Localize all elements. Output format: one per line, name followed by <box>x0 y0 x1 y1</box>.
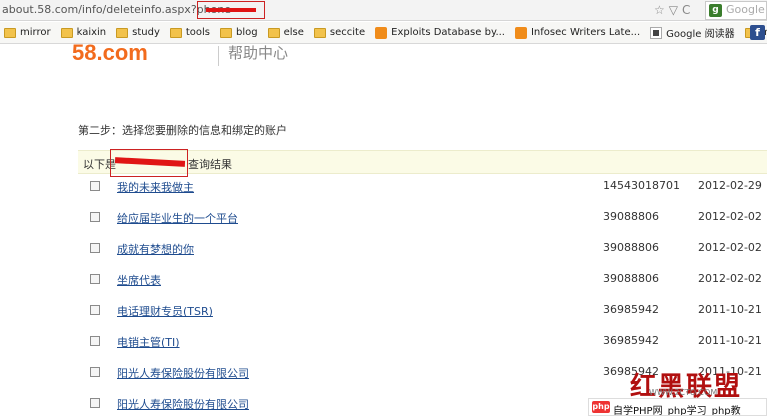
bookmark-item[interactable]: tools <box>169 27 211 38</box>
table-row: 给应届毕业生的一个平台 39088806 2012-02-02 <box>0 203 767 234</box>
bookmark-item[interactable]: kaixin <box>60 27 107 38</box>
bookmark-item[interactable]: study <box>116 27 160 38</box>
row-checkbox[interactable] <box>90 305 100 315</box>
address-bar[interactable]: about.58.com/info/deleteinfo.aspx?phone=… <box>0 0 767 21</box>
facebook-icon[interactable]: f <box>750 25 765 40</box>
nav-icons: ☆ ▽ C <box>654 2 700 18</box>
row-title-link[interactable]: 给应届毕业生的一个平台 <box>117 210 238 226</box>
rss-icon <box>375 26 388 39</box>
bookmark-item[interactable]: blog <box>220 27 258 38</box>
bookmark-label: Google 阅读器 <box>666 29 735 40</box>
folder-icon <box>169 27 182 38</box>
row-checkbox[interactable] <box>90 212 100 222</box>
bookmark-item[interactable]: seccite <box>313 27 366 38</box>
rss-icon <box>514 26 527 39</box>
url-redaction-box <box>197 1 265 19</box>
row-date: 2012-02-02 <box>698 272 762 285</box>
row-title-link[interactable]: 坐席代表 <box>117 272 161 288</box>
search-input[interactable]: g Google <box>705 1 767 20</box>
bookmark-label: mirror <box>20 27 51 38</box>
row-account: 39088806 <box>603 210 659 223</box>
row-date: 2012-02-02 <box>698 210 762 223</box>
row-checkbox[interactable] <box>90 398 100 408</box>
bookmark-label: blog <box>236 27 258 38</box>
row-title-link[interactable]: 电销主管(TI) <box>117 334 180 350</box>
table-row: 电话理财专员(TSR) 36985942 2011-10-21 <box>0 296 767 327</box>
folder-icon <box>220 27 233 38</box>
folder-icon <box>313 27 326 38</box>
google-icon: g <box>709 4 722 17</box>
header-divider <box>218 46 219 66</box>
watermark-url: WWW.2CTO.COM <box>649 388 718 397</box>
row-title-link[interactable]: 阳光人寿保险股份有限公司 <box>117 365 249 381</box>
row-checkbox[interactable] <box>90 336 100 346</box>
extension-icon <box>650 26 663 39</box>
table-row: 成就有梦想的你 39088806 2012-02-02 <box>0 234 767 265</box>
row-checkbox[interactable] <box>90 243 100 253</box>
row-date: 2012-02-02 <box>698 241 762 254</box>
folder-icon <box>267 27 280 38</box>
row-title-link[interactable]: 电话理财专员(TSR) <box>117 303 213 319</box>
folder-icon <box>116 27 129 38</box>
result-bar: 以下是 查询结果 <box>78 149 767 177</box>
table-row: 电销主管(TI) 36985942 2011-10-21 <box>0 327 767 358</box>
row-account: 36985942 <box>603 303 659 316</box>
row-date: 2012-02-29 <box>698 179 762 192</box>
row-title-link[interactable]: 阳光人寿保险股份有限公司 <box>117 396 249 412</box>
folder-icon <box>4 27 16 38</box>
row-date: 2011-10-21 <box>698 334 762 347</box>
bookmark-item[interactable]: mirror <box>4 27 51 38</box>
bookmark-label: Exploits Database by... <box>391 27 505 38</box>
watermark-bar: php 自学PHP网_php学习_php教 <box>588 398 767 416</box>
bookmark-label: study <box>132 27 160 38</box>
bookmark-label: Infosec Writers Late... <box>530 27 641 38</box>
row-account: 39088806 <box>603 241 659 254</box>
bookmark-label: kaixin <box>76 27 107 38</box>
row-account: 36985942 <box>603 334 659 347</box>
php-logo-icon: php <box>592 401 610 413</box>
row-account: 14543018701 <box>603 179 680 192</box>
result-suffix: 查询结果 <box>188 158 232 171</box>
bookmark-item[interactable]: Google 阅读器 <box>650 25 735 40</box>
row-title-link[interactable]: 成就有梦想的你 <box>117 241 194 257</box>
bookmark-item[interactable]: Infosec Writers Late... <box>514 26 641 39</box>
row-checkbox[interactable] <box>90 274 100 284</box>
bookmark-label: else <box>283 27 304 38</box>
table-row: 坐席代表 39088806 2012-02-02 <box>0 265 767 296</box>
bookmark-item[interactable]: Exploits Database by... <box>375 26 505 39</box>
row-checkbox[interactable] <box>90 181 100 191</box>
table-row: 我的未来我做主 14543018701 2012-02-29 <box>0 172 767 203</box>
reload-icon[interactable]: C <box>682 3 690 17</box>
star-icon[interactable]: ☆ <box>654 3 665 17</box>
dropdown-icon[interactable]: ▽ <box>669 3 678 17</box>
bookmark-item[interactable]: else <box>267 27 304 38</box>
folder-icon <box>60 27 73 38</box>
bookmark-label: seccite <box>329 27 366 38</box>
row-account: 39088806 <box>603 272 659 285</box>
search-placeholder: Google <box>726 3 765 16</box>
bookmark-label: tools <box>185 27 211 38</box>
header-title: 帮助中心 <box>228 44 289 62</box>
row-date: 2011-10-21 <box>698 303 762 316</box>
watermark-bar-text: 自学PHP网_php学习_php教 <box>613 406 741 416</box>
site-logo[interactable]: 58.com <box>72 42 148 64</box>
step-title: 第二步：选择您要删除的信息和绑定的账户 <box>78 124 287 137</box>
row-checkbox[interactable] <box>90 367 100 377</box>
row-title-link[interactable]: 我的未来我做主 <box>117 179 194 195</box>
